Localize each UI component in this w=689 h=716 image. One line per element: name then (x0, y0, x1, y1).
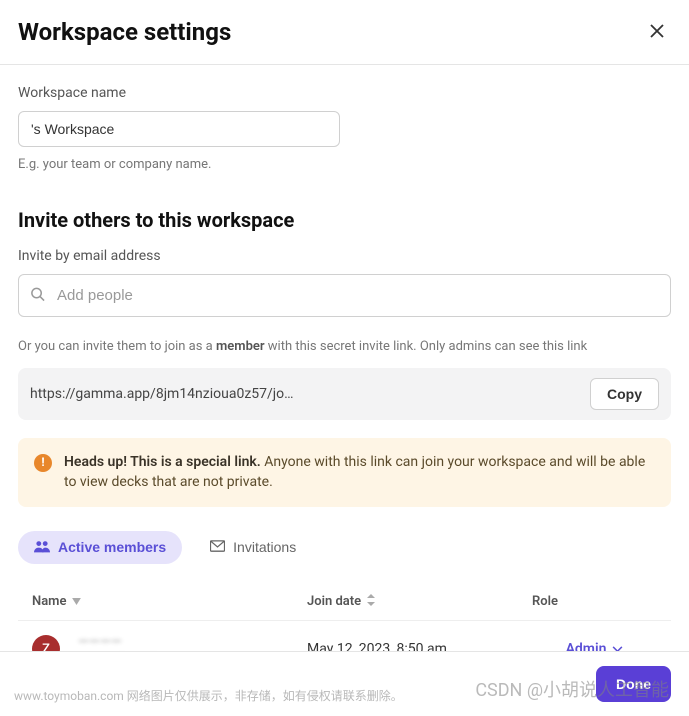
envelope-icon (210, 539, 225, 555)
workspace-name-input[interactable] (18, 111, 340, 147)
warning-icon: ! (34, 454, 52, 472)
close-button[interactable] (645, 19, 669, 46)
column-header-name[interactable]: Name (32, 594, 307, 610)
invite-link-row: https://gamma.app/8jm14nzioua0z57/jo… Co… (18, 368, 671, 420)
close-icon (649, 23, 665, 39)
search-icon (30, 286, 45, 305)
tab-active-members[interactable]: Active members (18, 531, 182, 564)
watermark-attribution: www.toymoban.com 网络图片仅供展示，非存储，如有侵权请联系删除。 (14, 687, 403, 704)
page-title: Workspace settings (18, 18, 231, 46)
invite-link-description: Or you can invite them to join as a memb… (18, 339, 671, 354)
members-icon (34, 539, 50, 556)
tab-active-members-label: Active members (58, 539, 166, 555)
column-header-role: Role (532, 594, 657, 610)
add-people-input[interactable] (18, 274, 671, 317)
invite-email-label: Invite by email address (18, 248, 671, 264)
invite-link-text: https://gamma.app/8jm14nzioua0z57/jo… (30, 386, 580, 402)
invite-section-title: Invite others to this workspace (18, 208, 671, 232)
workspace-name-hint: E.g. your team or company name. (18, 157, 671, 172)
sort-desc-icon (72, 594, 81, 609)
tab-invitations-label: Invitations (233, 539, 296, 555)
column-header-join-date[interactable]: Join date (307, 594, 532, 610)
tab-invitations[interactable]: Invitations (194, 531, 312, 563)
member-name: ———— (78, 633, 183, 651)
workspace-name-label: Workspace name (18, 85, 671, 101)
done-button[interactable]: Done (596, 666, 671, 702)
copy-link-button[interactable]: Copy (590, 378, 659, 410)
sort-icon (367, 594, 375, 610)
warning-banner: ! Heads up! This is a special link. Anyo… (18, 438, 671, 507)
